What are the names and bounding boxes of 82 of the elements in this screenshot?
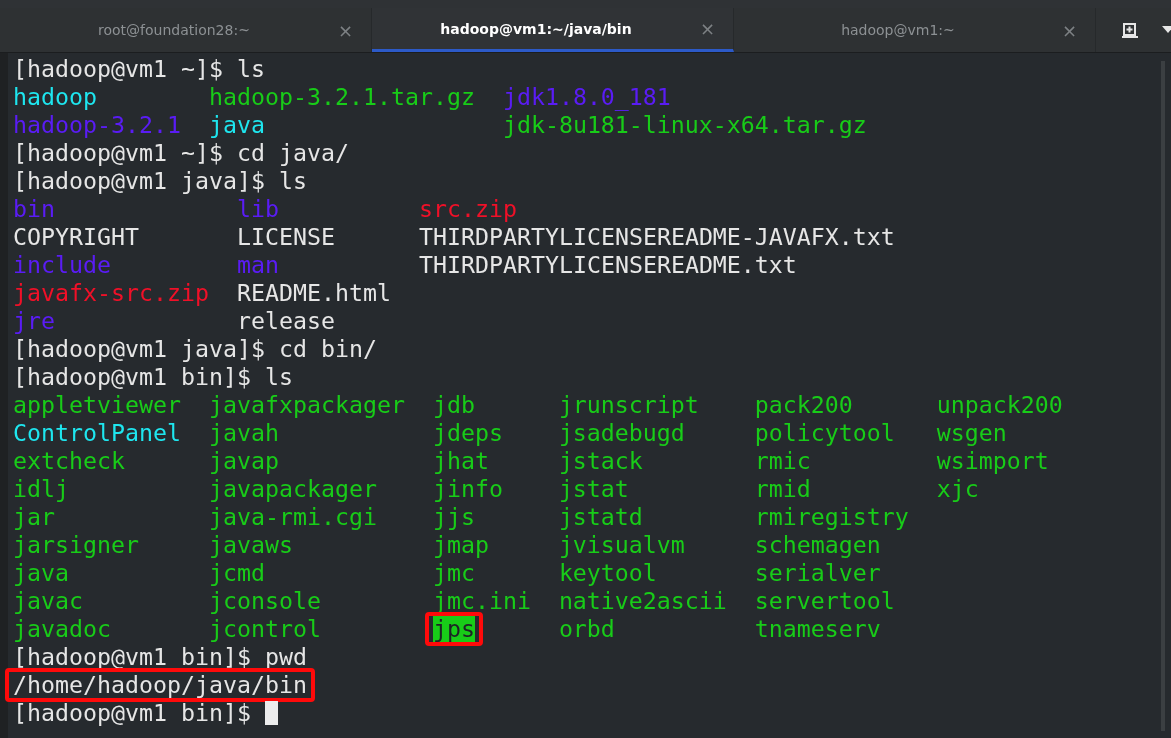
file-name: jdk-8u181-linux-x64.tar.gz <box>502 111 867 139</box>
file-name: rmiregistry <box>754 503 909 531</box>
file-name: javaws <box>208 531 293 559</box>
file-name: LICENSE <box>236 223 335 251</box>
terminal-tab[interactable]: hadoop@vm1:~/java/bin × <box>372 8 734 52</box>
file-name: jstat <box>558 475 629 503</box>
file-name: jmap <box>432 531 489 559</box>
file-name: include <box>13 251 111 279</box>
file-name: keytool <box>558 559 657 587</box>
file-name: java-rmi.cgi <box>208 503 377 531</box>
file-name: jstack <box>558 447 643 475</box>
file-name: jrunscript <box>558 391 699 419</box>
file-name: java <box>208 111 265 139</box>
file-name: policytool <box>754 419 895 447</box>
file-name: jhat <box>432 447 489 475</box>
file-name: schemagen <box>754 531 881 559</box>
file-name: orbd <box>558 615 615 643</box>
command-line: [hadoop@vm1 ~]$ ls <box>13 55 265 83</box>
file-name: jmc.ini <box>432 587 531 615</box>
file-name: idlj <box>13 475 69 503</box>
file-name: jjs <box>432 503 475 531</box>
file-name: jvisualvm <box>558 531 685 559</box>
file-name: jar <box>13 503 55 531</box>
file-name: jps <box>432 616 475 642</box>
command-line: [hadoop@vm1 bin]$ <box>13 699 251 727</box>
file-name: jstatd <box>558 503 643 531</box>
file-name: java <box>13 559 69 587</box>
file-name: jre <box>13 307 55 335</box>
file-name: appletviewer <box>13 391 181 419</box>
command-line: [hadoop@vm1 bin]$ pwd <box>13 643 307 671</box>
file-name: jdb <box>432 391 475 419</box>
file-name: THIRDPARTYLICENSEREADME.txt <box>418 251 797 279</box>
file-name: hadoop-3.2.1.tar.gz <box>208 83 475 111</box>
file-name: javapackager <box>208 475 377 503</box>
file-name: javadoc <box>13 615 111 643</box>
file-name: README.html <box>236 279 391 307</box>
file-name: COPYRIGHT <box>13 223 139 251</box>
command-line: [hadoop@vm1 java]$ ls <box>13 167 307 195</box>
file-name: release <box>236 307 335 335</box>
file-name: bin <box>13 195 55 223</box>
command-line: [hadoop@vm1 ~]$ cd java/ <box>13 139 349 167</box>
file-name: jmc <box>432 559 475 587</box>
file-name: extcheck <box>13 447 125 475</box>
file-name: javap <box>208 447 279 475</box>
file-name: ControlPanel <box>13 419 181 447</box>
file-name: jcmd <box>208 559 265 587</box>
file-name: hadoop-3.2.1 <box>13 111 181 139</box>
file-name: man <box>236 251 279 279</box>
file-name: unpack200 <box>936 391 1063 419</box>
file-name: javah <box>208 419 279 447</box>
file-name: THIRDPARTYLICENSEREADME-JAVAFX.txt <box>418 223 895 251</box>
file-name: src.zip <box>418 195 517 223</box>
file-name: jsadebugd <box>558 419 685 447</box>
command-line: [hadoop@vm1 bin]$ ls <box>13 363 293 391</box>
output-line: /home/hadoop/java/bin <box>13 672 307 698</box>
file-name: wsimport <box>936 447 1049 475</box>
file-name: jarsigner <box>13 531 139 559</box>
file-name: lib <box>236 195 279 223</box>
file-name: native2ascii <box>558 587 727 615</box>
close-icon[interactable]: × <box>1061 19 1077 41</box>
file-name: javac <box>13 587 83 615</box>
file-name: javafx-src.zip <box>13 279 209 307</box>
caret-icon[interactable] <box>1162 26 1171 34</box>
file-name: hadoop <box>13 83 97 111</box>
close-icon[interactable]: × <box>337 19 353 41</box>
file-name: wsgen <box>936 419 1007 447</box>
file-name: jconsole <box>208 587 321 615</box>
file-name: jinfo <box>432 475 503 503</box>
file-name: rmic <box>754 447 811 475</box>
file-name: jcontrol <box>208 615 321 643</box>
file-name: servertool <box>754 587 895 615</box>
file-name: serialver <box>754 559 881 587</box>
file-name: tnameserv <box>754 615 881 643</box>
file-name: xjc <box>936 475 979 503</box>
command-line: [hadoop@vm1 java]$ cd bin/ <box>13 335 377 363</box>
new-tab-icon[interactable] <box>1120 21 1140 39</box>
file-name: javafxpackager <box>208 391 405 419</box>
file-name: jdeps <box>432 419 503 447</box>
close-icon[interactable]: × <box>699 18 715 39</box>
file-name: rmid <box>754 475 811 503</box>
file-name: jdk1.8.0_181 <box>502 83 671 111</box>
file-name: pack200 <box>754 391 853 419</box>
